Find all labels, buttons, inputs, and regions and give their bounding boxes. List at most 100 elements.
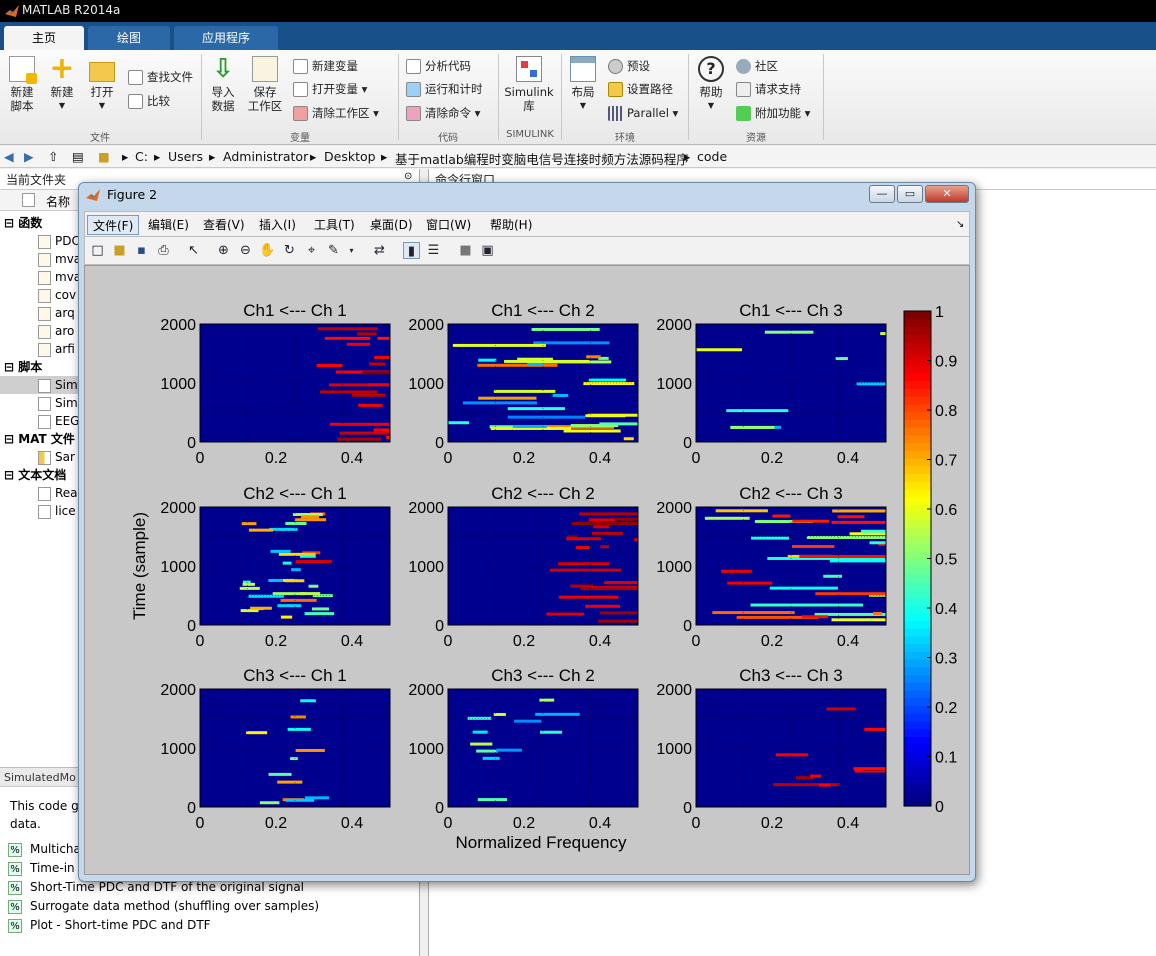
cell-section-label: Multicha [30,842,81,856]
run-and-time-button[interactable]: 运行和计时 [406,79,483,99]
minimize-button[interactable]: — [869,185,895,203]
breadcrumb-part[interactable]: 基于matlab编程时变脑电信号连接时频方法源码程序 [395,149,689,168]
breadcrumb-part[interactable]: Desktop [324,149,376,164]
clear-workspace-button[interactable]: 清除工作区 ▾ [293,103,379,123]
spectral-band [477,363,558,367]
panel-menu-icon[interactable]: ⊙ [404,171,412,182]
file-group[interactable]: ⊟ 文本文档 [4,466,66,484]
analyze-code-button[interactable]: 分析代码 [406,56,471,76]
file-group[interactable]: ⊟ 脚本 [4,358,42,376]
help-button[interactable]: ? 帮助 ▼ [694,56,728,113]
brush-icon[interactable]: ✎ [325,242,342,259]
legend-icon[interactable]: ☰ [425,242,442,259]
set-path-button[interactable]: 设置路径 [608,79,673,99]
menu-tools[interactable]: 工具(T) [309,215,360,235]
brush-dropdown-icon[interactable]: ▾ [343,242,360,259]
new-figure-icon[interactable]: □ [89,242,106,259]
spectral-band [835,357,848,361]
menu-window[interactable]: 窗口(W) [421,215,476,235]
tab-plots[interactable]: 绘图 [88,26,170,50]
breadcrumb-part[interactable]: code [697,149,727,164]
maximize-button[interactable]: ▭ [897,185,923,203]
y-tick-label: 2000 [160,500,196,517]
file-group[interactable]: ⊟ MAT 文件 [4,430,75,448]
cell-section-icon: % [8,842,22,857]
hide-tools-icon[interactable]: ■ [457,242,474,259]
menu-help[interactable]: 帮助(H) [485,215,537,235]
community-button[interactable]: 社区 [736,56,778,76]
add-ons-button[interactable]: 附加功能 ▾ [736,103,810,123]
find-files-button[interactable]: 查找文件 [128,67,193,87]
close-button[interactable]: ✕ [925,185,969,203]
cell-section-item[interactable]: % Time-in [8,859,75,877]
spectral-band [696,348,743,352]
figure-window[interactable]: Figure 2 — ▭ ✕ 文件(F) 编辑(E) 查看(V) 插入(I) 工… [78,182,976,882]
x-tick-label: 0.4 [341,633,363,650]
data-cursor-icon[interactable]: ⌖ [303,242,320,259]
colorbar-tick-label: 0.5 [935,552,957,569]
colorbar-segment [904,682,931,691]
spectral-band [287,727,311,731]
print-icon[interactable]: ⎙ [155,242,172,259]
zoom-out-icon[interactable]: ⊖ [237,242,254,259]
cell-section-item[interactable]: % Multicha [8,840,81,858]
cell-section-item[interactable]: % Plot - Short-time PDC and DTF [8,916,211,934]
y-tick-label: 1000 [408,741,444,758]
file-group[interactable]: ⊟ 函数 [4,214,42,232]
spectral-band [823,574,842,578]
spectral-band [826,707,856,711]
colorbar-icon[interactable]: ▮ [403,242,420,259]
forward-arrow-icon[interactable]: ▶ [24,149,34,164]
menu-edit[interactable]: 编辑(E) [143,215,194,235]
spectral-band [317,327,378,331]
preferences-button[interactable]: 预设 [608,56,650,76]
spectral-band [290,757,298,761]
zoom-in-icon[interactable]: ⊕ [215,242,232,259]
menu-view[interactable]: 查看(V) [198,215,250,235]
breadcrumb-part[interactable]: C: [135,149,148,164]
menu-insert[interactable]: 插入(I) [254,215,301,235]
pan-icon[interactable]: ✋ [259,242,276,259]
colorbar-segment [904,380,931,389]
parallel-button[interactable]: Parallel ▾ [608,103,678,123]
y-tick-label: 1000 [160,741,196,758]
breadcrumb-part[interactable]: Users [168,149,203,164]
colorbar-tick-label: 1 [935,304,944,321]
column-name[interactable]: 名称 [46,193,70,210]
compare-button[interactable]: 比较 [128,91,170,111]
import-data-button[interactable]: ⇩ 导入 数据 [207,56,239,113]
link-plot-icon[interactable]: ⇄ [371,242,388,259]
colorbar-segment [904,411,931,420]
pointer-icon[interactable]: ↖ [185,242,202,259]
cell-section-item[interactable]: % Surrogate data method (shuffling over s… [8,897,319,915]
function-file-icon [38,342,51,357]
browse-folder-icon[interactable]: ▤ [72,149,84,164]
menu-desktop[interactable]: 桌面(D) [365,215,418,235]
breadcrumb-part[interactable]: Administrator [223,149,308,164]
new-variable-button[interactable]: 新建变量 [293,56,358,76]
open-file-icon[interactable]: ■ [111,242,128,259]
colorbar-segment [904,558,931,567]
new-script-button[interactable]: 新建 脚本 [6,56,38,113]
layout-button[interactable]: 布局 ▼ [566,56,600,113]
save-icon[interactable]: ▪ [133,242,150,259]
clear-commands-button[interactable]: 清除命令 ▾ [406,103,480,123]
rotate-icon[interactable]: ↻ [281,242,298,259]
dock-arrow-icon[interactable]: ↘ [951,215,969,235]
open-variable-button[interactable]: 打开变量 ▾ [293,79,367,99]
x-tick-label: 0.2 [761,633,783,650]
tab-home[interactable]: 主页 [4,26,84,50]
y-tick-label: 2000 [408,682,444,699]
up-folder-icon[interactable]: ⇧ [48,149,58,164]
menu-file[interactable]: 文件(F) [87,215,140,235]
open-button[interactable]: 打开 ▼ [86,56,118,113]
simulink-library-button[interactable]: Simulink 库 [504,56,554,113]
new-button[interactable]: + 新建 ▼ [46,54,78,113]
show-tools-icon[interactable]: ▣ [479,242,496,259]
request-support-button[interactable]: 请求支持 [736,79,801,99]
compare-icon [128,94,143,109]
save-workspace-button[interactable]: 保存 工作区 [247,56,283,113]
colorbar-segment [904,697,931,707]
tab-apps[interactable]: 应用程序 [174,26,278,50]
back-arrow-icon[interactable]: ◀ [4,149,14,164]
